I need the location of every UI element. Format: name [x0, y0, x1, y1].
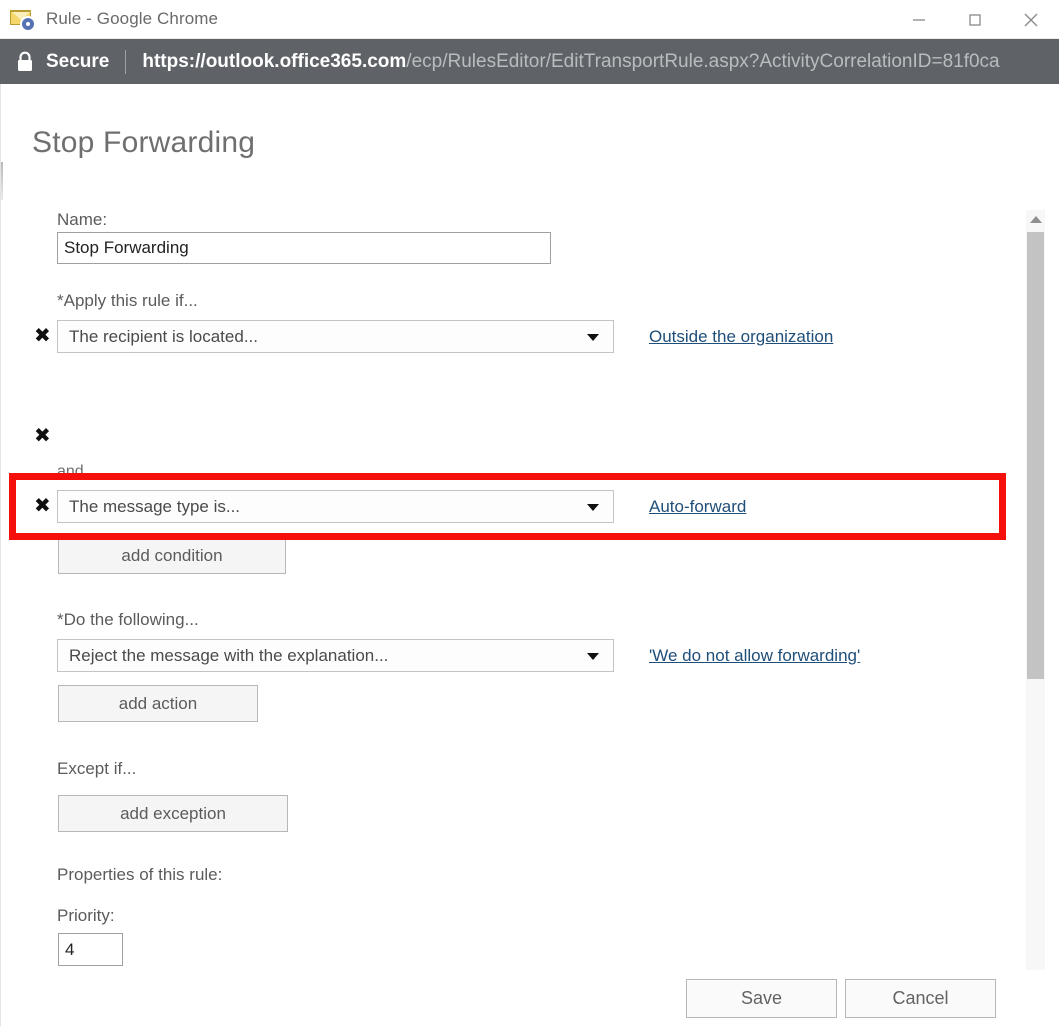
remove-condition-1-x-icon[interactable]: ✖ — [34, 325, 51, 345]
minimize-icon[interactable] — [891, 0, 947, 39]
name-label: Name: — [57, 210, 108, 229]
add-action-button[interactable]: add action — [58, 685, 258, 722]
rule-form: Name: *Apply this rule if... ✖ The recip… — [1, 210, 1006, 1026]
rule-name-input[interactable] — [57, 232, 551, 264]
cancel-label: Cancel — [892, 988, 949, 1008]
add-exception-button[interactable]: add exception — [58, 795, 288, 832]
except-if-label: Except if... — [57, 759, 137, 778]
close-icon[interactable] — [1003, 0, 1059, 39]
add-action-label: add action — [118, 693, 198, 713]
vertical-scrollbar[interactable] — [1026, 210, 1045, 1026]
chevron-down-icon — [587, 334, 599, 341]
add-exception-label: add exception — [120, 803, 226, 823]
browser-window: Rule - Google Chrome Secure https://outl… — [0, 0, 1059, 1026]
left-edge-stripe — [1, 162, 3, 200]
page-content: Stop Forwarding Name: *Apply this rule i… — [0, 84, 1059, 1026]
save-button[interactable]: Save — [686, 979, 837, 1018]
title-bar: Rule - Google Chrome — [0, 0, 1059, 39]
chevron-down-icon — [587, 653, 599, 660]
lock-icon: Secure — [16, 51, 109, 73]
condition-1-dropdown[interactable]: The recipient is located... — [57, 320, 614, 353]
condition-2-value: The message type is... — [69, 496, 241, 516]
condition-2-dropdown[interactable]: The message type is... — [57, 490, 614, 523]
dialog-footer: Save Cancel — [1, 970, 1059, 1026]
url-host: https://outlook.office365.com — [142, 50, 407, 72]
add-condition-label: add condition — [121, 545, 223, 565]
window-controls — [891, 0, 1059, 39]
url-text[interactable]: https://outlook.office365.com/ecp/RulesE… — [142, 51, 999, 73]
save-label: Save — [740, 988, 783, 1008]
remove-condition-2-x-icon[interactable]: ✖ — [34, 495, 51, 515]
properties-label: Properties of this rule: — [57, 865, 223, 884]
url-path: /ecp/RulesEditor/EditTransportRule.aspx?… — [406, 50, 1000, 72]
action-1-value: Reject the message with the explanation.… — [69, 645, 389, 665]
remove-condition-1-icon[interactable]: ✖ — [34, 425, 51, 445]
chevron-down-icon — [587, 504, 599, 511]
action-1-link[interactable]: 'We do not allow forwarding' — [649, 646, 860, 666]
priority-input[interactable] — [58, 933, 123, 966]
scrollbar-thumb[interactable] — [1027, 232, 1044, 679]
security-status-label: Secure — [46, 50, 110, 72]
and-connector-label: and — [57, 463, 84, 480]
mail-gear-icon — [10, 8, 36, 30]
maximize-icon[interactable] — [947, 0, 1003, 39]
page-title: Stop Forwarding — [32, 126, 256, 159]
address-bar[interactable]: Secure https://outlook.office365.com/ecp… — [0, 39, 1059, 84]
condition-1-link[interactable]: Outside the organization — [649, 327, 833, 347]
cancel-button[interactable]: Cancel — [845, 979, 996, 1018]
window-title: Rule - Google Chrome — [46, 9, 219, 28]
scroll-up-icon[interactable] — [1026, 210, 1045, 228]
priority-label: Priority: — [57, 906, 115, 925]
action-1-dropdown[interactable]: Reject the message with the explanation.… — [57, 639, 614, 672]
condition-1-value: The recipient is located... — [69, 326, 258, 346]
address-divider — [125, 49, 127, 74]
apply-rule-label: *Apply this rule if... — [57, 291, 198, 310]
condition-2-link[interactable]: Auto-forward — [649, 497, 746, 517]
do-following-label: *Do the following... — [57, 610, 199, 629]
add-condition-button[interactable]: add condition — [58, 537, 286, 574]
